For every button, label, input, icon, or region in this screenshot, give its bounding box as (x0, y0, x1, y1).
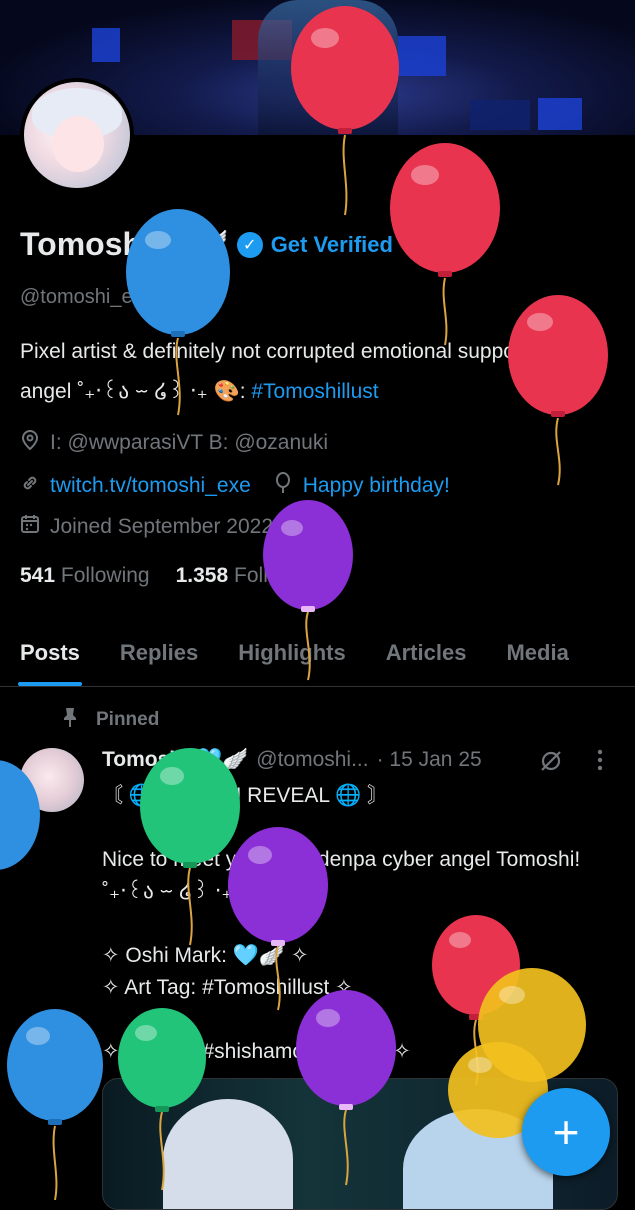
balloon-blue (7, 1009, 103, 1200)
profile-handle: @tomoshi_exe (20, 286, 154, 308)
compose-plus-icon[interactable]: + (522, 1088, 610, 1176)
profile-tabs: Posts Replies Highlights Articles Media (0, 630, 635, 687)
followers-count: 1.358 (175, 564, 229, 587)
profile-avatar[interactable] (20, 78, 134, 192)
calendar-icon (20, 514, 40, 539)
profile-stats: 541 Following 1.358 Followers (20, 564, 324, 588)
balloon-red (390, 143, 500, 346)
verified-check-icon[interactable]: ✓ (236, 231, 263, 258)
profile-name-row: Tomoshi 🩵🪽 ✓ Get Verified (20, 226, 393, 263)
profile-links-row: twitch.tv/tomoshi_exe Happy birthday! (20, 472, 450, 499)
profile-bio: Pixel artist & definitely not corrupted … (20, 332, 580, 412)
balloon-icon (273, 472, 293, 499)
tab-articles[interactable]: Articles (366, 630, 487, 676)
banner-screen (470, 100, 530, 130)
post-author-avatar[interactable] (20, 748, 84, 812)
post-author-name[interactable]: Tomoshi (102, 748, 188, 772)
display-name: Tomoshi (20, 226, 151, 262)
location-text: I: @wwparasiVT B: @ozanuki (50, 430, 329, 454)
tab-posts[interactable]: Posts (0, 630, 100, 686)
banner-screen (92, 28, 120, 62)
media-character-left (163, 1099, 293, 1209)
banner-screen (398, 36, 446, 76)
following-label: Following (60, 564, 150, 587)
following-stat[interactable]: 541 Following (20, 564, 150, 588)
post-header-actions (538, 748, 604, 780)
followers-label: Followers (234, 564, 324, 587)
location-pin-icon (20, 429, 40, 455)
website-link[interactable]: twitch.tv/tomoshi_exe (50, 474, 251, 498)
tab-replies[interactable]: Replies (100, 630, 218, 676)
birthday-text[interactable]: Happy birthday! (303, 474, 450, 498)
joined-text: Joined September 2022 (50, 514, 273, 538)
profile-joined: Joined September 2022 (20, 514, 273, 539)
tab-media[interactable]: Media (486, 630, 588, 676)
grok-icon[interactable] (538, 748, 564, 780)
profile-location: I: @wwparasiVT B: @ozanuki (20, 429, 329, 455)
pinned-label: Pinned (96, 709, 160, 730)
pinned-indicator: Pinned (60, 706, 159, 734)
post-header: Tomoshi 🩵🪽 @tomoshi... · 15 Jan 25 (102, 748, 482, 772)
post-date[interactable]: · 15 Jan 25 (377, 748, 482, 772)
following-count: 541 (20, 564, 56, 587)
post-author-handle[interactable]: @tomoshi... (256, 748, 368, 772)
tab-highlights[interactable]: Highlights (218, 630, 366, 676)
post-author-emoji: 🩵🪽 (195, 748, 249, 771)
banner-screen (538, 98, 582, 130)
followers-stat[interactable]: 1.358 Followers (176, 564, 324, 588)
name-emoji: 🩵🪽 (158, 229, 229, 260)
more-vertical-icon[interactable] (596, 748, 604, 780)
link-icon (20, 473, 40, 498)
get-verified-link[interactable]: Get Verified (271, 232, 393, 258)
bio-hashtag-link[interactable]: #Tomoshillust (251, 380, 378, 403)
pin-icon (60, 706, 80, 734)
banner-figure (258, 0, 398, 135)
post-text: 〘 🌐 DESIGN REVEAL 🌐 〙 Nice to meet you, … (102, 784, 581, 1063)
